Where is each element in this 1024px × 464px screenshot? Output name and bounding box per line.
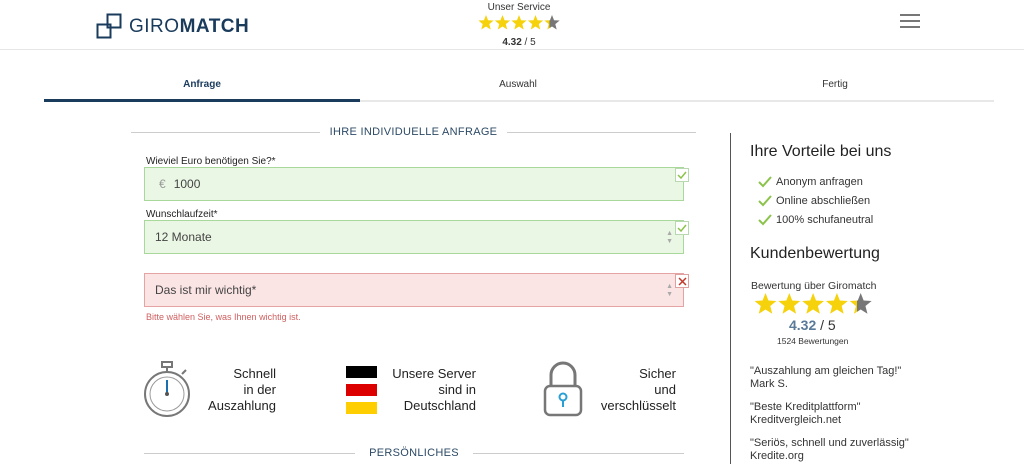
star-icon: [511, 15, 527, 30]
german-flag-black-stripe: [346, 366, 377, 378]
sidebar-divider: [730, 133, 731, 464]
logo-text: GIROMATCH: [129, 16, 250, 37]
star-icon: [478, 15, 494, 30]
amount-label: Wieviel Euro benötigen Sie?*: [146, 156, 276, 167]
service-label: Unser Service: [487, 2, 551, 13]
padlock-icon: [543, 361, 583, 417]
step-anfrage[interactable]: Anfrage: [44, 72, 360, 102]
review-quote: "Beste Kreditplattform" Kreditvergleich.n…: [750, 401, 861, 426]
star-icon: [778, 293, 801, 314]
importance-select[interactable]: Das ist mir wichtig* ▲ ▼: [144, 273, 684, 307]
star-icon: [494, 15, 511, 30]
logo-icon: [96, 13, 122, 39]
advantage-item: 100% schufaneutral: [758, 214, 873, 226]
select-arrows-icon: ▲ ▼: [666, 283, 673, 298]
term-select[interactable]: 12 Monate ▲ ▼: [144, 220, 684, 254]
term-valid-check-icon: [675, 221, 689, 235]
service-rating: Unser Service 4.32 / 5: [478, 2, 560, 48]
amount-valid-check-icon: [675, 168, 689, 182]
service-rating-value: 4.32 / 5: [502, 37, 536, 48]
star-icon: [802, 293, 825, 314]
feature-servers: Unsere Server sind in Deutschland: [392, 366, 476, 413]
german-flag-gold-stripe: [346, 402, 377, 414]
star-icon: [849, 293, 872, 314]
euro-icon: €: [159, 177, 166, 191]
advantages-title: Ihre Vorteile bei uns: [750, 143, 892, 160]
menu-icon[interactable]: [900, 14, 920, 28]
review-quote: "Seriös, schnell und zuverlässig" Kredite…: [750, 437, 909, 462]
rating-stars-icon: [478, 15, 560, 30]
step-auswahl[interactable]: Auswahl: [360, 72, 676, 102]
rating-source: Bewertung über Giromatch: [751, 280, 877, 292]
feature-fast: Schnell in der Auszahlung: [208, 366, 276, 413]
importance-placeholder: Das ist mir wichtig*: [155, 283, 257, 297]
step-fertig[interactable]: Fertig: [676, 72, 994, 102]
feature-secure: Sicher und verschlüsselt: [600, 366, 676, 413]
star-icon: [825, 293, 848, 314]
star-icon: [544, 15, 560, 30]
sidebar-rating-value: 4.32 / 5: [789, 317, 836, 333]
checkmark-icon: [758, 195, 772, 207]
rating-stars-icon: [754, 293, 872, 314]
term-label: Wunschlaufzeit*: [146, 209, 218, 220]
advantage-item: Anonym anfragen: [758, 176, 863, 188]
checkmark-icon: [758, 176, 772, 188]
progress-steps: Anfrage Auswahl Fertig: [44, 72, 994, 102]
importance-error-x-icon: [675, 274, 689, 288]
checkmark-icon: [758, 214, 772, 226]
term-value: 12 Monate: [155, 230, 212, 244]
advantage-item: Online abschließen: [758, 195, 870, 207]
star-icon: [754, 293, 777, 314]
reviews-title: Kundenbewertung: [750, 245, 880, 262]
german-flag-red-stripe: [346, 384, 377, 396]
review-quote: "Auszahlung am gleichen Tag!" Mark S.: [750, 365, 902, 390]
section-heading-personal: PERSÖNLICHES: [144, 447, 685, 459]
review-count: 1524 Bewertungen: [777, 336, 849, 346]
section-heading-request: IHRE INDIVIDUELLE ANFRAGE: [131, 126, 696, 138]
stopwatch-icon: [144, 361, 190, 417]
amount-value: 1000: [173, 177, 201, 191]
importance-error-message: Bitte wählen Sie, was Ihnen wichtig ist.: [146, 312, 301, 322]
star-icon: [527, 15, 544, 30]
amount-input[interactable]: € 1000: [144, 167, 684, 201]
header: GIROMATCH Unser Service 4.32 / 5: [0, 0, 1024, 50]
select-arrows-icon: ▲ ▼: [666, 230, 673, 245]
logo[interactable]: GIROMATCH: [96, 13, 249, 41]
